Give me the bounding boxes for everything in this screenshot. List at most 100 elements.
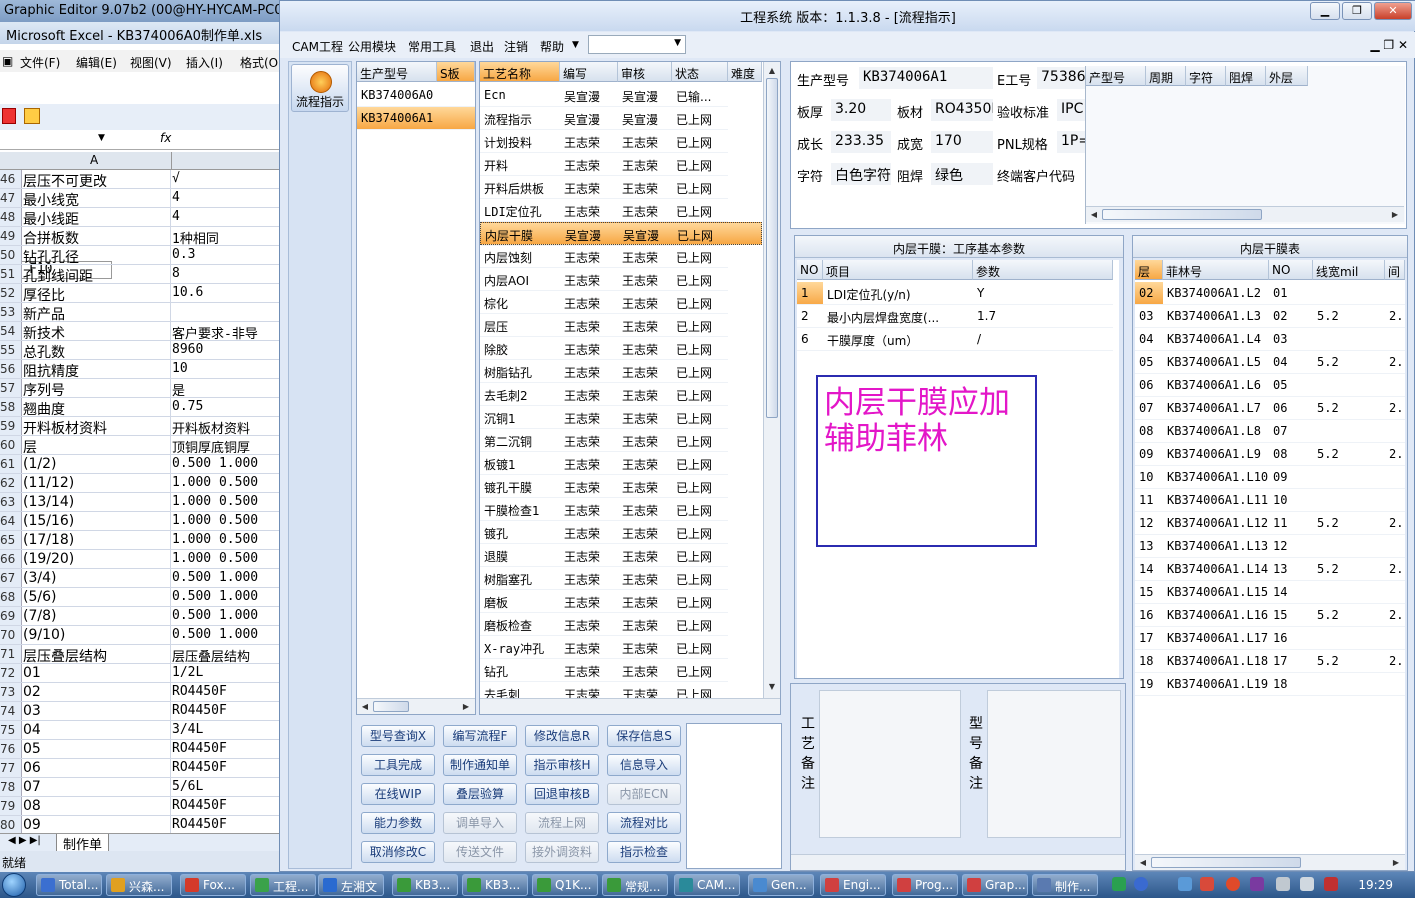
cell-b[interactable]: RO4450F bbox=[172, 759, 282, 777]
cell-b[interactable]: 8 bbox=[172, 265, 282, 283]
action-button[interactable]: 能力参数 bbox=[361, 812, 435, 834]
tray-volume-icon[interactable] bbox=[1300, 877, 1314, 891]
cell-b[interactable]: 1种相同 bbox=[172, 227, 282, 245]
excel-menu-edit[interactable]: 编辑(E) bbox=[76, 54, 117, 71]
row-number[interactable]: 66 bbox=[0, 550, 22, 568]
action-button[interactable]: 指示审核H bbox=[525, 754, 599, 776]
namebox-dropdown-icon[interactable]: ▼ bbox=[98, 133, 105, 143]
cell-b[interactable]: 1.000 0.500 bbox=[172, 493, 282, 511]
scroll-right-icon[interactable]: ▶ bbox=[459, 700, 473, 714]
taskbar-item[interactable]: Gen... bbox=[748, 874, 814, 896]
layer-row[interactable]: 16 KB374006A1.L16 15 5.2 2. bbox=[1135, 604, 1405, 627]
taskbar-item[interactable]: KB3... bbox=[462, 874, 528, 896]
tray-help-icon[interactable] bbox=[1134, 877, 1148, 891]
tray-network-icon[interactable] bbox=[1178, 877, 1192, 891]
action-button[interactable]: 在线WIP bbox=[361, 783, 435, 805]
layer-row[interactable]: 09 KB374006A1.L9 08 5.2 2. bbox=[1135, 443, 1405, 466]
excel-menu-insert[interactable]: 插入(I) bbox=[186, 54, 223, 71]
layer-row[interactable]: 13 KB374006A1.L13 12 bbox=[1135, 535, 1405, 558]
sboard-col-header[interactable]: S板 bbox=[437, 62, 475, 82]
layer-row[interactable]: 02 KB374006A1.L2 01 bbox=[1135, 282, 1405, 305]
layer-row[interactable]: 10 KB374006A1.L10 09 bbox=[1135, 466, 1405, 489]
model-row[interactable]: KB374006A0 bbox=[357, 84, 475, 107]
process-row[interactable]: 流程指示 吴宣漫 吴宣漫 已上网 bbox=[480, 107, 762, 130]
row-number[interactable]: 54 bbox=[0, 322, 22, 340]
taskbar-item[interactable]: CAM... bbox=[674, 874, 740, 896]
process-row[interactable]: 镀孔 王志荣 王志荣 已上网 bbox=[480, 521, 762, 544]
layer-row[interactable]: 06 KB374006A1.L6 05 bbox=[1135, 374, 1405, 397]
taskbar-item[interactable]: Prog... bbox=[892, 874, 958, 896]
layer-row[interactable]: 18 KB374006A1.L18 17 5.2 2. bbox=[1135, 650, 1405, 673]
side-col-header[interactable]: 阻焊 bbox=[1226, 66, 1266, 86]
taskbar-item[interactable]: 工程... bbox=[250, 874, 316, 896]
help-dropdown-icon[interactable]: ▼ bbox=[572, 40, 579, 50]
layer-row[interactable]: 04 KB374006A1.L4 03 bbox=[1135, 328, 1405, 351]
process-row[interactable]: 磨板检查 王志荣 王志荣 已上网 bbox=[480, 613, 762, 636]
cell-b[interactable]: 0.500 1.000 bbox=[172, 588, 282, 606]
process-row[interactable]: 树脂钻孔 王志荣 王志荣 已上网 bbox=[480, 360, 762, 383]
cell-a[interactable]: 序列号 bbox=[23, 379, 171, 397]
row-number[interactable]: 58 bbox=[0, 398, 22, 416]
close-button[interactable]: ✕ bbox=[1374, 2, 1412, 20]
cell-b[interactable]: 1.000 0.500 bbox=[172, 512, 282, 530]
char-value[interactable]: 白色字符 bbox=[831, 163, 891, 185]
row-number[interactable]: 56 bbox=[0, 360, 22, 378]
cell-a[interactable]: 04 bbox=[23, 721, 171, 739]
message-box[interactable] bbox=[686, 723, 782, 869]
process-row[interactable]: X-ray冲孔 王志荣 王志荣 已上网 bbox=[480, 636, 762, 659]
layer-row[interactable]: 03 KB374006A1.L3 02 5.2 2. bbox=[1135, 305, 1405, 328]
process-row[interactable]: LDI定位孔 王志荣 王志荣 已上网 bbox=[480, 199, 762, 222]
cell-a[interactable]: 最小线宽 bbox=[23, 189, 171, 207]
layers-hscroll[interactable]: ◀ ▶ bbox=[1135, 854, 1405, 870]
menu-help[interactable]: 帮助 bbox=[540, 38, 564, 55]
cell-a[interactable]: 08 bbox=[23, 797, 171, 815]
wid-value[interactable]: 170 bbox=[931, 131, 993, 153]
tray-foxit-icon[interactable] bbox=[1226, 877, 1240, 891]
layer-row[interactable]: 14 KB374006A1.L14 13 5.2 2. bbox=[1135, 558, 1405, 581]
graphic-editor-title[interactable]: Graphic Editor 9.07b2 (00@HY-HYCAM-PC091… bbox=[0, 0, 282, 22]
cell-b[interactable]: 客户要求-非导 bbox=[172, 322, 282, 340]
menu-exit[interactable]: 退出 bbox=[470, 38, 494, 55]
taskbar-item[interactable]: 左湘文 bbox=[318, 874, 384, 896]
scroll-left-icon[interactable]: ◀ bbox=[358, 700, 372, 714]
cell-b[interactable]: 0.500 1.000 bbox=[172, 626, 282, 644]
action-button[interactable]: 保存信息S bbox=[607, 725, 681, 747]
cell-a[interactable]: 新产品 bbox=[23, 303, 171, 321]
params-col-header[interactable]: NO bbox=[797, 260, 823, 280]
row-number[interactable]: 51 bbox=[0, 265, 22, 283]
mdi-controls-icon[interactable]: ▁ ❐ ✕ bbox=[1370, 38, 1408, 52]
cell-a[interactable]: 厚径比 bbox=[23, 284, 171, 302]
cell-a[interactable]: 层 bbox=[23, 436, 171, 454]
layer-row[interactable]: 15 KB374006A1.L15 14 bbox=[1135, 581, 1405, 604]
cell-a[interactable]: 07 bbox=[23, 778, 171, 796]
menu-public[interactable]: 公用模块 bbox=[348, 38, 396, 55]
action-button[interactable]: 制作通知单 bbox=[443, 754, 517, 776]
cell-b[interactable]: 0.500 1.000 bbox=[172, 607, 282, 625]
mat-value[interactable]: RO4350E bbox=[931, 99, 993, 121]
menu-cam[interactable]: CAM工程 bbox=[292, 38, 343, 55]
cell-a[interactable]: 01 bbox=[23, 664, 171, 682]
model-row[interactable]: KB374006A1 bbox=[357, 107, 475, 130]
taskbar-item[interactable]: 兴森... bbox=[106, 874, 172, 896]
scroll-thumb[interactable] bbox=[1102, 209, 1262, 220]
process-row[interactable]: 退膜 王志荣 王志荣 已上网 bbox=[480, 544, 762, 567]
cell-b[interactable]: 0.3 bbox=[172, 246, 282, 264]
row-number[interactable]: 61 bbox=[0, 455, 22, 473]
maximize-button[interactable]: ❐ bbox=[1342, 2, 1372, 20]
fx-icon[interactable]: fx bbox=[160, 131, 171, 145]
taskbar-item[interactable]: Q1K... bbox=[532, 874, 598, 896]
process-remark-box[interactable] bbox=[819, 690, 961, 838]
scroll-down-icon[interactable]: ▼ bbox=[765, 680, 779, 694]
cell-a[interactable]: (13/14) bbox=[23, 493, 171, 511]
row-number[interactable]: 62 bbox=[0, 474, 22, 492]
cell-b[interactable] bbox=[172, 303, 282, 321]
cell-a[interactable]: (9/10) bbox=[23, 626, 171, 644]
row-number[interactable]: 74 bbox=[0, 702, 22, 720]
params-row[interactable]: 6 干膜厚度（um） / bbox=[797, 328, 1113, 351]
row-number[interactable]: 71 bbox=[0, 645, 22, 663]
row-number[interactable]: 72 bbox=[0, 664, 22, 682]
cell-a[interactable]: 翘曲度 bbox=[23, 398, 171, 416]
tray-skype-icon[interactable] bbox=[1112, 877, 1126, 891]
process-col-header[interactable]: 审核 bbox=[618, 62, 672, 82]
remarks-hscroll[interactable] bbox=[791, 854, 1125, 870]
